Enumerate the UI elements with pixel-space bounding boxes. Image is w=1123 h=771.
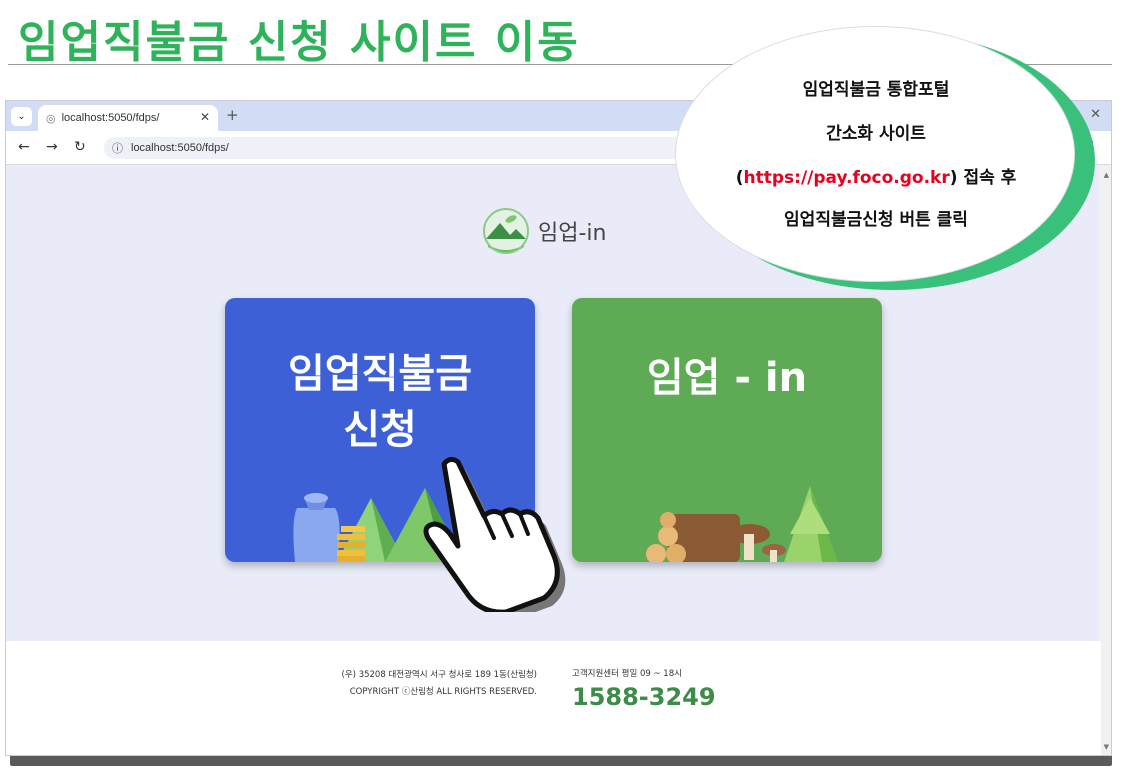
callout-url: https://pay.foco.go.kr <box>743 168 950 188</box>
site-logo[interactable]: 임업-in <box>480 205 606 257</box>
callout-line-2: 간소화 사이트 <box>826 124 926 144</box>
chevron-down-icon[interactable]: ⌄ <box>11 107 32 126</box>
forest-logo-icon <box>483 208 529 254</box>
tab-close-icon[interactable]: ✕ <box>200 110 210 124</box>
browser-tab[interactable]: ◎ localhost:5050/fdps/ ✕ <box>38 105 218 131</box>
support-center-label: 고객지원센터 평일 09 ~ 18시 <box>572 669 682 679</box>
support-phone: 1588-3249 <box>572 683 716 711</box>
scroll-up-icon[interactable]: ▲ <box>1104 171 1109 179</box>
info-icon[interactable]: ⓘ <box>112 140 123 156</box>
scroll-down-icon[interactable]: ▼ <box>1104 743 1109 751</box>
callout-paren-open: ( <box>735 168 744 188</box>
callout-line-4: 임업직불금신청 버튼 클릭 <box>784 210 968 230</box>
slide-title: 임업직불금 신청 사이트 이동 <box>18 17 580 68</box>
footer-address-line: (우) 35208 대전광역시 서구 청사로 189 1동(산림청) <box>341 670 537 680</box>
imup-in-card[interactable]: 임업 - in <box>572 298 882 562</box>
tab-title: localhost:5050/fdps/ <box>61 112 160 124</box>
site-footer: (우) 35208 대전광역시 서구 청사로 189 1동(산림청) COPYR… <box>6 641 1101 755</box>
pointing-hand-icon <box>423 456 566 612</box>
new-tab-button[interactable]: + <box>226 106 239 124</box>
forward-arrow-icon[interactable]: → <box>46 139 58 155</box>
callout-body: 임업직불금 통합포털 간소화 사이트 (https://pay.foco.go.… <box>675 26 1075 282</box>
back-arrow-icon[interactable]: ← <box>18 139 30 155</box>
callout-line-3: (https://pay.foco.go.kr) 접속 후 <box>676 163 1076 188</box>
callout-line-1: 임업직불금 통합포털 <box>802 80 950 100</box>
reload-icon[interactable]: ↻ <box>74 139 86 155</box>
footer-address: (우) 35208 대전광역시 서구 청사로 189 1동(산림청) COPYR… <box>331 667 537 701</box>
callout-after-url: ) 접속 후 <box>949 168 1017 188</box>
logs-mushroom-illustration <box>646 486 838 562</box>
logo-text: 임업-in <box>538 221 607 246</box>
footer-copyright: COPYRIGHT ⓒ산림청 ALL RIGHTS RESERVED. <box>349 687 537 697</box>
address-url: localhost:5050/fdps/ <box>131 142 229 154</box>
callout-bubble: 임업직불금 통합포털 간소화 사이트 (https://pay.foco.go.… <box>675 26 1095 296</box>
globe-icon: ◎ <box>46 111 56 125</box>
